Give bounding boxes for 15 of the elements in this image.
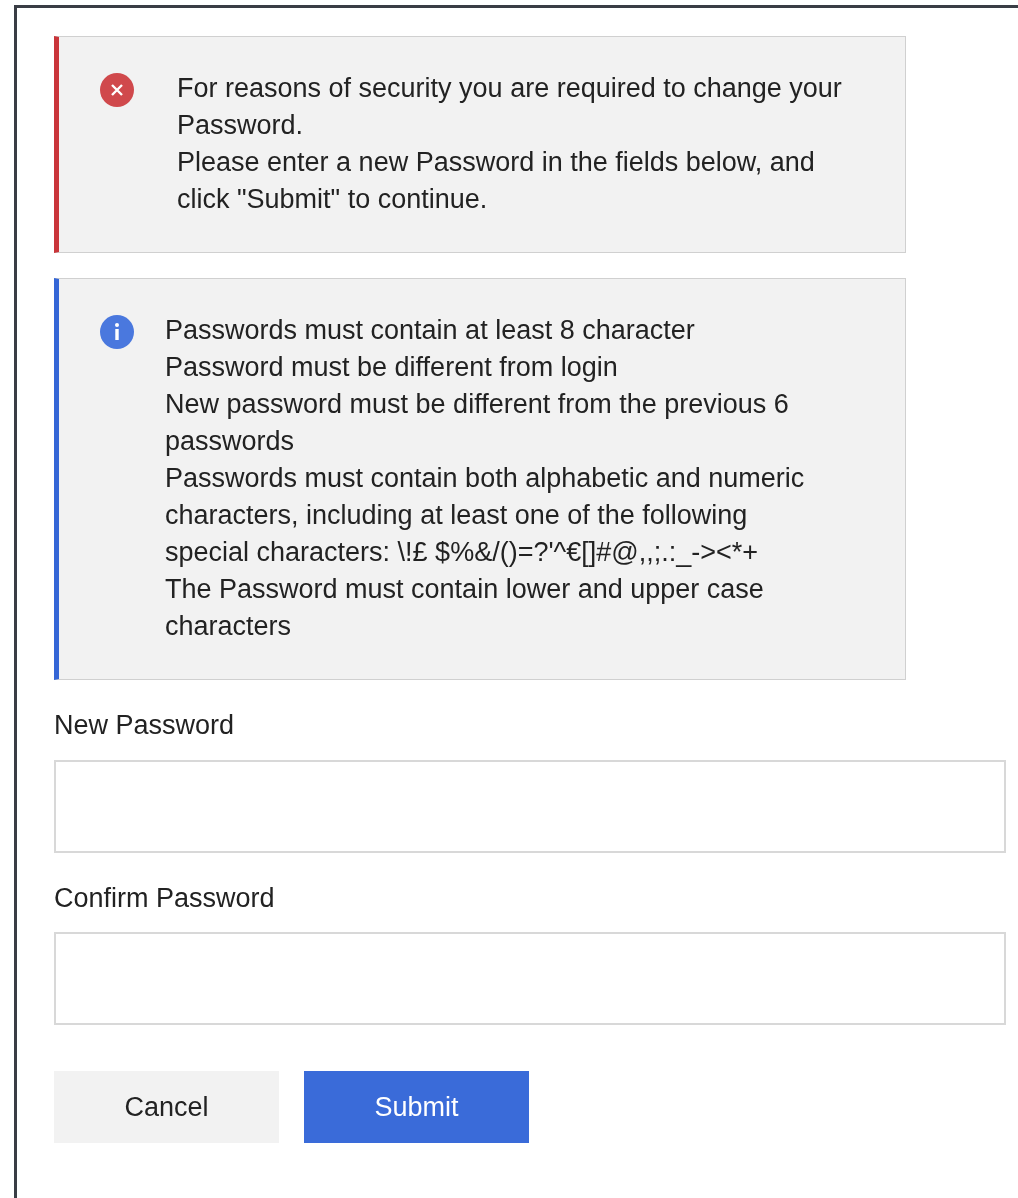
alert-message: New password must be different from the previous 6 passwords (165, 388, 790, 458)
password-field[interactable] (54, 932, 1006, 1025)
cancel-button[interactable]: Cancel (54, 1071, 279, 1143)
field-label: New Password (54, 709, 236, 742)
alert-message: For reasons of security you are required to change your Password. (177, 72, 843, 142)
info-icon (100, 315, 134, 349)
error-icon (100, 73, 134, 107)
field-label: Confirm Password (54, 881, 276, 915)
alert-message: Passwords must contain at least 8 character (165, 314, 696, 347)
password-field[interactable] (54, 759, 1006, 853)
alert-message: Passwords must contain both alphabetic and numeric characters, including at least one of the following special characters: \!£ $%&/()=?'^€[]#@,,;.:_-><*+ (165, 462, 806, 569)
alert-message: Password must be different from login (165, 351, 619, 384)
alert-message: Please enter a new Password in the fields below, and click "Submit" to continue. (177, 146, 816, 216)
submit-button[interactable]: Submit (304, 1071, 529, 1143)
alert-message: The Password must contain lower and upper case characters (165, 573, 765, 643)
